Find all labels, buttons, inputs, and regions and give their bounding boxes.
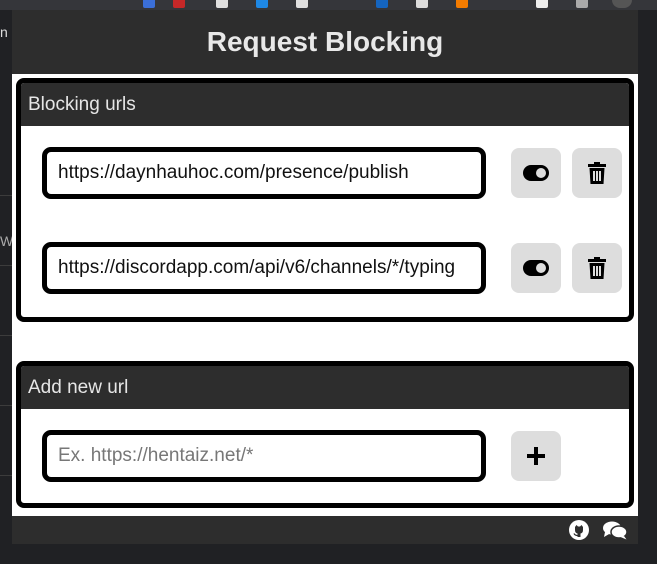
delete-button[interactable] bbox=[572, 243, 622, 293]
blocking-urls-section: Blocking urls https://daynhauhoc.com/pre… bbox=[16, 78, 634, 322]
blocked-url-row: https://discordapp.com/api/v6/channels/*… bbox=[42, 242, 629, 294]
extension-icon[interactable] bbox=[216, 0, 228, 8]
toggle-button[interactable] bbox=[511, 148, 561, 198]
background-page bbox=[0, 10, 12, 564]
toggle-on-icon bbox=[523, 165, 549, 181]
divider bbox=[0, 265, 12, 266]
extension-icon[interactable] bbox=[173, 0, 185, 8]
toggle-button[interactable] bbox=[511, 243, 561, 293]
github-icon[interactable] bbox=[568, 520, 590, 540]
section-header: Blocking urls bbox=[21, 83, 629, 126]
extension-icon[interactable] bbox=[576, 0, 588, 8]
browser-toolbar bbox=[0, 0, 657, 10]
profile-icon[interactable] bbox=[612, 0, 632, 8]
divider bbox=[0, 405, 12, 406]
background-text: n bbox=[0, 24, 8, 40]
add-url-button[interactable] bbox=[511, 431, 561, 481]
section-header: Add new url bbox=[21, 366, 629, 409]
trash-icon bbox=[588, 162, 606, 184]
extension-icon[interactable] bbox=[456, 0, 468, 8]
blocked-url-row: https://daynhauhoc.com/presence/publish bbox=[42, 147, 629, 199]
popup-header: Request Blocking bbox=[12, 10, 638, 74]
divider bbox=[0, 335, 12, 336]
trash-icon bbox=[588, 257, 606, 279]
extension-icon[interactable] bbox=[256, 0, 268, 8]
delete-button[interactable] bbox=[572, 148, 622, 198]
popup-body: Blocking urls https://daynhauhoc.com/pre… bbox=[12, 74, 638, 516]
add-url-row bbox=[42, 430, 629, 482]
blocked-url-field[interactable]: https://discordapp.com/api/v6/channels/*… bbox=[42, 242, 486, 294]
background-page bbox=[0, 544, 657, 564]
extension-icon[interactable] bbox=[416, 0, 428, 8]
extension-icon[interactable] bbox=[536, 0, 548, 8]
divider bbox=[0, 475, 12, 476]
background-page bbox=[637, 10, 657, 564]
popup-title: Request Blocking bbox=[206, 26, 444, 57]
add-url-section: Add new url bbox=[16, 361, 634, 508]
extension-icon[interactable] bbox=[376, 0, 388, 8]
extension-popup: Request Blocking Blocking urls https://d… bbox=[12, 10, 638, 544]
new-url-input[interactable] bbox=[42, 430, 486, 482]
plus-icon bbox=[527, 447, 545, 465]
toggle-on-icon bbox=[523, 260, 549, 276]
extension-icon[interactable] bbox=[296, 0, 308, 8]
blocked-url-field[interactable]: https://daynhauhoc.com/presence/publish bbox=[42, 147, 486, 199]
popup-footer bbox=[12, 516, 638, 544]
comments-icon[interactable] bbox=[602, 520, 628, 540]
divider bbox=[0, 195, 12, 196]
extension-icon[interactable] bbox=[143, 0, 155, 8]
